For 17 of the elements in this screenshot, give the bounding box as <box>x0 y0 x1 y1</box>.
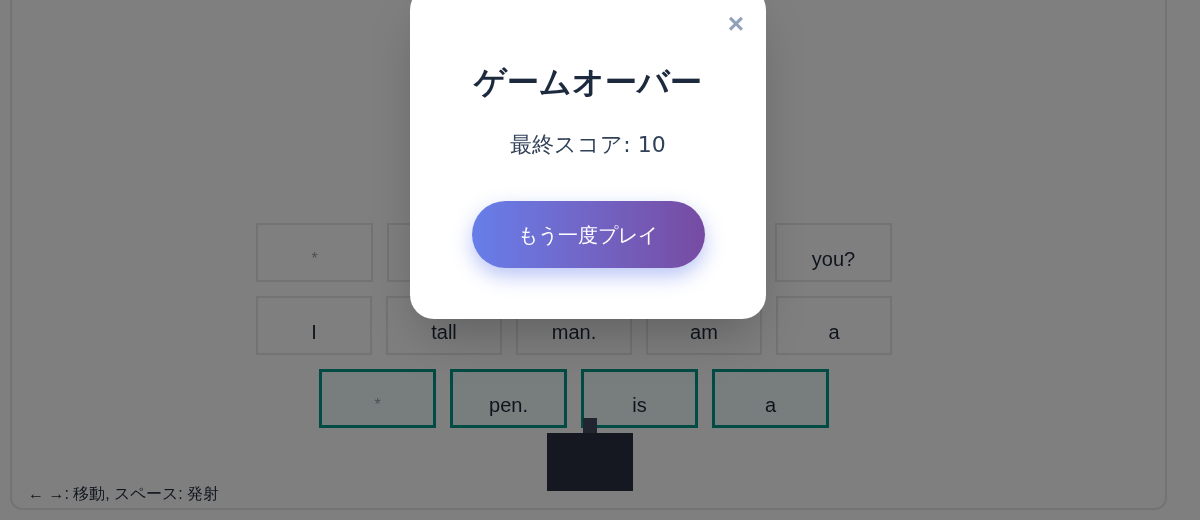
close-button[interactable]: × <box>727 10 744 38</box>
tile-word: * <box>311 248 318 269</box>
controls-hint: ← →: 移動, スペース: 発射 <box>28 485 220 502</box>
tile-word: pen. <box>489 392 528 418</box>
tile-word: am <box>690 319 718 345</box>
tile-word: you? <box>811 246 856 272</box>
final-score: 最終スコア: 10 <box>510 131 666 159</box>
tile-word: man. <box>551 319 597 345</box>
tile-word: is <box>632 392 647 418</box>
tile-word: tall <box>431 319 457 345</box>
tile-word: * <box>374 394 381 415</box>
dialog-title: ゲームオーバー <box>474 62 702 103</box>
tile-word: a <box>828 319 840 345</box>
tile-word: a <box>764 392 777 418</box>
play-again-button[interactable]: もう一度プレイ <box>471 201 705 268</box>
tile-word: I <box>311 319 317 345</box>
cannon-icon <box>547 418 633 491</box>
